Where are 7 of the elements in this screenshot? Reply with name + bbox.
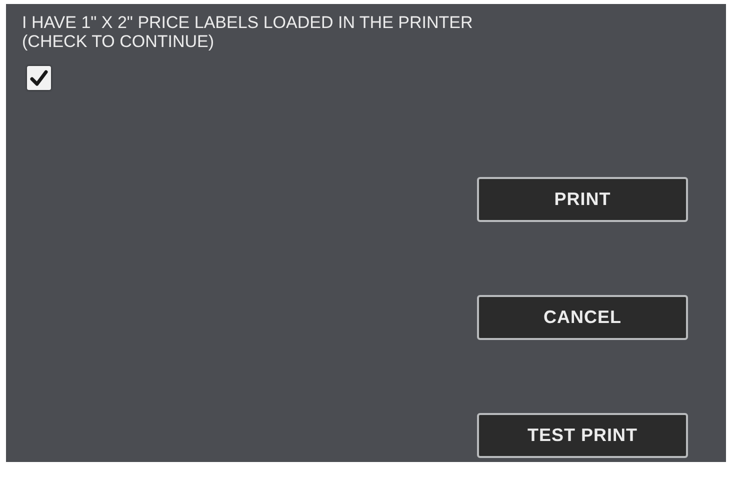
action-button[interactable]: TEST PRINT xyxy=(477,413,688,458)
prompt-text: I HAVE 1" X 2" PRICE LABELS LOADED IN THE PRINTER xyxy=(22,13,473,32)
action-button[interactable]: PRINT xyxy=(477,177,688,222)
confirm-checkbox[interactable] xyxy=(27,66,51,90)
prompt-text: (CHECK TO CONTINUE) xyxy=(22,32,214,51)
action-button[interactable]: CANCEL xyxy=(477,295,688,340)
check-icon xyxy=(30,70,48,86)
